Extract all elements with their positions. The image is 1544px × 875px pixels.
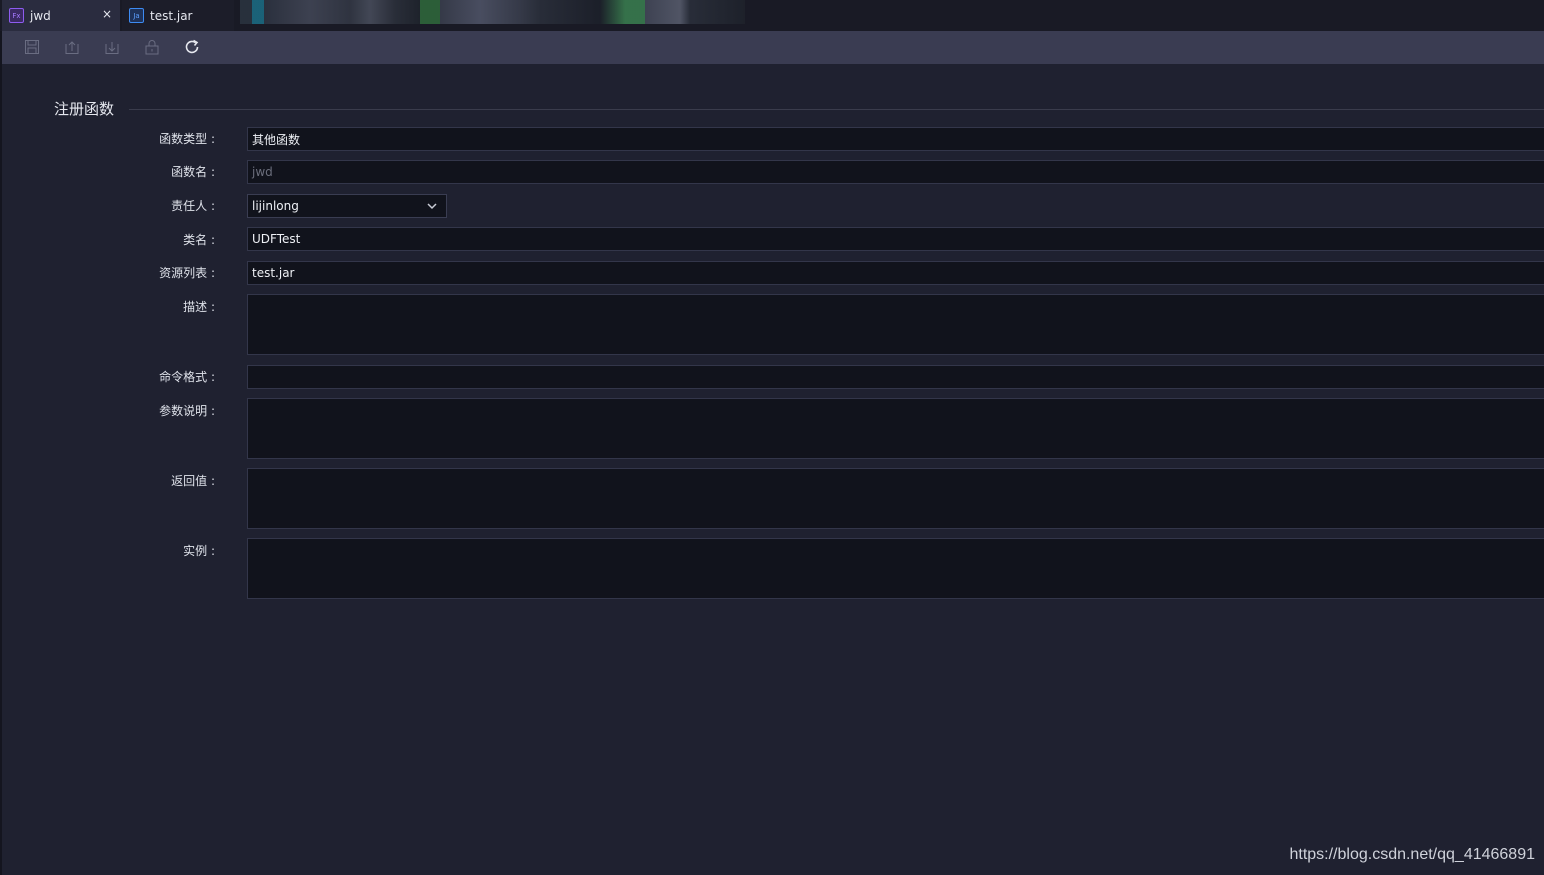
tab-test-jar[interactable]: Ja test.jar (122, 0, 234, 31)
description-textarea[interactable] (247, 294, 1544, 355)
function-file-icon: Fx (9, 8, 24, 23)
tab-bar: Fx jwd × Ja test.jar (0, 0, 1544, 31)
watermark-url: https://blog.csdn.net/qq_41466891 (1289, 846, 1535, 863)
function-name-input[interactable]: jwd (247, 160, 1544, 184)
lock-icon[interactable] (143, 38, 161, 56)
owner-label: 责任人 : (171, 199, 215, 213)
toolbar (2, 31, 1544, 64)
jar-file-icon: Ja (129, 8, 144, 23)
section-title: 注册函数 (54, 100, 115, 118)
description-label: 描述 : (183, 300, 215, 314)
refresh-icon[interactable] (183, 38, 201, 56)
command-format-label: 命令格式 : (159, 370, 215, 384)
tab-label: jwd (30, 8, 51, 23)
close-icon[interactable]: × (102, 7, 112, 21)
upload-icon[interactable] (63, 38, 81, 56)
function-type-field[interactable]: 其他函数 (247, 127, 1544, 151)
function-name-label: 函数名 : (171, 165, 215, 179)
window-left-edge (0, 0, 2, 875)
return-value-label: 返回值 : (171, 474, 215, 488)
save-icon[interactable] (23, 38, 41, 56)
section-divider (129, 109, 1544, 110)
function-type-label: 函数类型 : (159, 132, 215, 146)
param-desc-label: 参数说明 : (159, 404, 215, 418)
class-name-label: 类名 : (183, 233, 215, 247)
tab-jwd[interactable]: Fx jwd × (2, 0, 120, 31)
param-desc-textarea[interactable] (247, 398, 1544, 459)
return-value-textarea[interactable] (247, 468, 1544, 529)
owner-select-value: lijinlong (252, 199, 299, 213)
tab-label: test.jar (150, 8, 193, 23)
blurred-tabs-region (240, 0, 745, 24)
example-label: 实例 : (183, 544, 215, 558)
download-icon[interactable] (103, 38, 121, 56)
class-name-input[interactable]: UDFTest (247, 227, 1544, 251)
owner-select[interactable]: lijinlong (247, 194, 447, 218)
command-format-input[interactable] (247, 365, 1544, 389)
resource-list-field[interactable]: test.jar (247, 261, 1544, 285)
example-textarea[interactable] (247, 538, 1544, 599)
resource-list-label: 资源列表 : (159, 266, 215, 280)
chevron-down-icon (426, 200, 438, 215)
